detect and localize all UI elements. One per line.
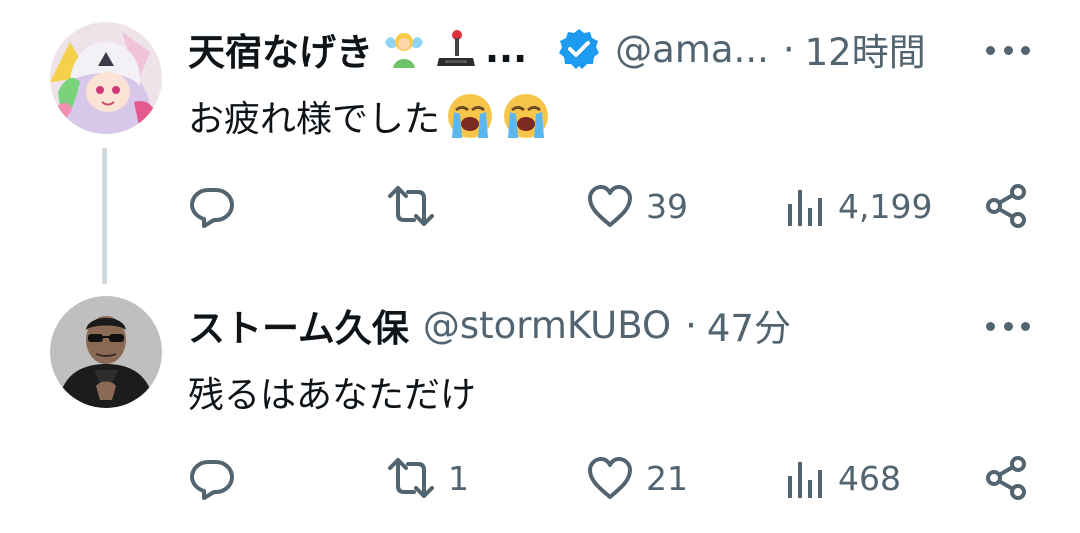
retweet-icon (388, 186, 434, 226)
like-button[interactable]: 21 (586, 450, 688, 506)
tweet-actions: 1 21 468 (188, 450, 1030, 506)
timestamp[interactable]: 12時間 (805, 22, 926, 76)
tweet-header: ストーム久保 @stormKUBO · 47分 (188, 298, 791, 352)
more-options-icon[interactable] (986, 316, 1030, 336)
share-icon (986, 184, 1026, 228)
like-count: 21 (646, 458, 688, 498)
tweet-text-content: 残るはあなただけ (188, 375, 477, 416)
name-truncation: ... (485, 27, 528, 71)
fairy-emoji-icon (383, 28, 425, 70)
retweet-count: 1 (448, 458, 469, 498)
heart-icon (588, 185, 632, 227)
views-button[interactable]: 4,199 (786, 178, 932, 234)
tweet-text-content: お疲れ様でした (188, 99, 441, 140)
verified-badge-icon (557, 27, 601, 71)
more-options-icon[interactable] (986, 40, 1030, 60)
share-button[interactable] (984, 450, 1030, 506)
user-handle[interactable]: @ama... (615, 28, 769, 71)
share-button[interactable] (984, 178, 1030, 234)
views-chart-icon (788, 190, 822, 226)
views-count: 468 (838, 458, 901, 498)
like-count: 39 (646, 186, 688, 226)
separator-dot: · (685, 303, 697, 347)
tweet-actions: 39 4,199 (188, 178, 1030, 234)
reply-button[interactable] (188, 178, 248, 234)
loudly-crying-face-emoji-icon (444, 90, 496, 142)
reply-icon (190, 460, 234, 500)
reply-button[interactable] (188, 450, 248, 506)
display-name[interactable]: 天宿なげき (188, 22, 373, 76)
tweet-card[interactable]: 天宿なげき ... @ama... · 12時間 お疲れ様でした 39 4,19… (0, 0, 1080, 284)
joystick-emoji-icon (435, 28, 477, 70)
avatar[interactable] (50, 296, 162, 408)
views-count: 4,199 (838, 186, 933, 226)
avatar[interactable] (50, 22, 162, 134)
tweet-text: お疲れ様でした (188, 90, 552, 142)
views-chart-icon (788, 462, 822, 498)
separator-dot: · (782, 27, 795, 71)
tweet-card[interactable]: ストーム久保 @stormKUBO · 47分 残るはあなただけ 1 21 46… (0, 270, 1080, 533)
reply-icon (190, 188, 234, 228)
anime-character-avatar-icon (50, 22, 162, 134)
timestamp[interactable]: 47分 (707, 298, 791, 352)
retweet-button[interactable] (386, 178, 448, 234)
heart-icon (588, 457, 632, 499)
man-in-sunglasses-avatar-icon (50, 296, 162, 408)
tweet-text: 残るはあなただけ (188, 366, 476, 418)
like-button[interactable]: 39 (586, 178, 688, 234)
loudly-crying-face-emoji-icon (500, 90, 552, 142)
views-button[interactable]: 468 (786, 450, 901, 506)
retweet-icon (388, 458, 434, 498)
display-name[interactable]: ストーム久保 (188, 298, 409, 352)
retweet-button[interactable]: 1 (386, 450, 469, 506)
share-icon (986, 456, 1026, 500)
user-handle[interactable]: @stormKUBO (423, 304, 671, 347)
thread-connector-line (102, 148, 107, 284)
tweet-header: 天宿なげき ... @ama... · 12時間 (188, 22, 926, 76)
